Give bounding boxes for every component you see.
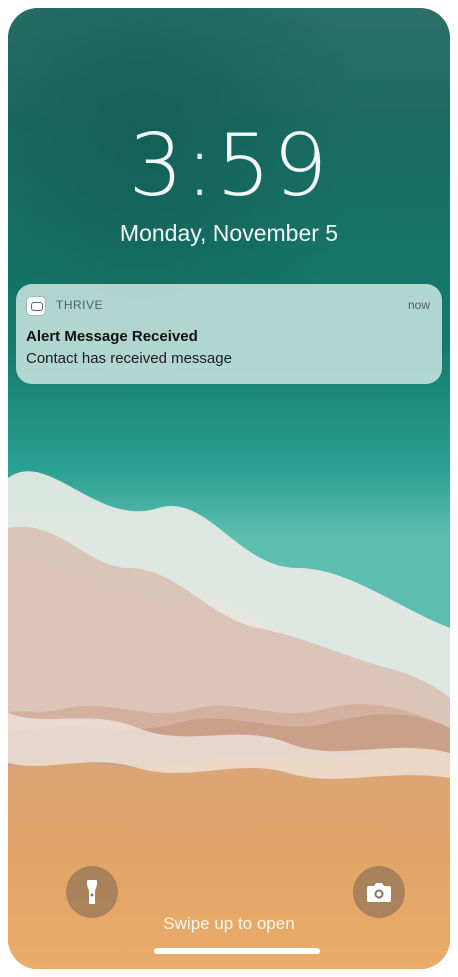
flashlight-button[interactable]: [66, 866, 118, 918]
notification-title: Alert Message Received: [26, 328, 198, 345]
thrive-app-icon: [26, 296, 46, 316]
notification-app-name: THRIVE: [56, 298, 104, 312]
lock-clock: 3:59: [128, 116, 330, 216]
swipe-up-hint: Swipe up to open: [163, 914, 295, 933]
notification-body: Contact has received message: [26, 350, 232, 367]
camera-icon: [367, 883, 391, 902]
notification-card[interactable]: THRIVE now Alert Message Received Contac…: [16, 284, 442, 384]
home-indicator[interactable]: [154, 948, 320, 954]
flashlight-icon: [87, 880, 97, 904]
lock-screen: 3:59 Monday, November 5 THRIVE now Alert…: [8, 8, 450, 969]
camera-button[interactable]: [353, 866, 405, 918]
notification-time: now: [407, 298, 430, 312]
lock-date: Monday, November 5: [119, 220, 339, 246]
